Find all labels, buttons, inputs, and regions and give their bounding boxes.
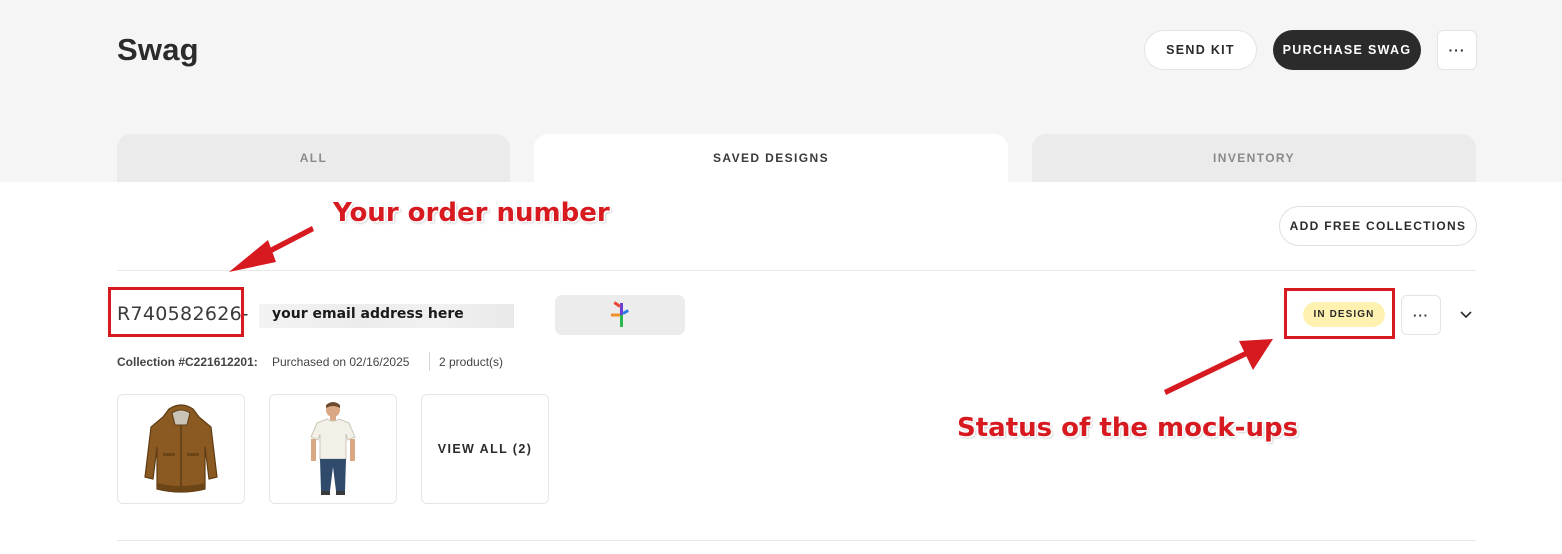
divider-bottom bbox=[117, 540, 1476, 541]
divider bbox=[117, 270, 1476, 271]
more-options-button[interactable]: ··· bbox=[1437, 30, 1477, 70]
purchase-date: Purchased on 02/16/2025 bbox=[272, 355, 410, 369]
send-kit-button[interactable]: SEND KIT bbox=[1144, 30, 1257, 70]
product-thumbnail-jacket[interactable] bbox=[117, 394, 245, 504]
status-highlight bbox=[1284, 288, 1395, 339]
tab-all[interactable]: ALL bbox=[117, 134, 510, 182]
product-count: 2 product(s) bbox=[439, 355, 504, 369]
collection-number: Collection #C221612201: bbox=[117, 355, 258, 369]
purchase-swag-button[interactable]: PURCHASE SWAG bbox=[1273, 30, 1421, 70]
annotation-order-number: Your order number bbox=[333, 198, 610, 228]
chevron-down-icon[interactable] bbox=[1458, 307, 1474, 323]
arrow-to-order-number bbox=[229, 226, 314, 272]
arrow-to-status bbox=[1164, 339, 1273, 395]
order-more-options-button[interactable]: ··· bbox=[1401, 295, 1441, 335]
meta-divider bbox=[429, 352, 430, 371]
tab-inventory[interactable]: INVENTORY bbox=[1032, 134, 1476, 182]
collection-logo-tile[interactable] bbox=[555, 295, 685, 335]
tab-saved-designs[interactable]: SAVED DESIGNS bbox=[534, 134, 1008, 182]
tshirt-model-image bbox=[310, 402, 356, 495]
order-number-highlight bbox=[108, 287, 244, 337]
page-title: Swag bbox=[117, 32, 199, 67]
ellipsis-icon: ··· bbox=[1413, 307, 1429, 323]
product-thumbnail-tshirt[interactable] bbox=[269, 394, 397, 504]
annotation-status: Status of the mock-ups bbox=[957, 413, 1299, 443]
brand-logo-icon bbox=[611, 301, 629, 327]
view-all-products-button[interactable]: VIEW ALL (2) bbox=[421, 394, 549, 504]
ellipsis-icon: ··· bbox=[1448, 42, 1466, 58]
jacket-image bbox=[144, 404, 218, 493]
add-free-collections-button[interactable]: ADD FREE COLLECTIONS bbox=[1279, 206, 1477, 246]
order-email: your email address here bbox=[272, 306, 464, 322]
